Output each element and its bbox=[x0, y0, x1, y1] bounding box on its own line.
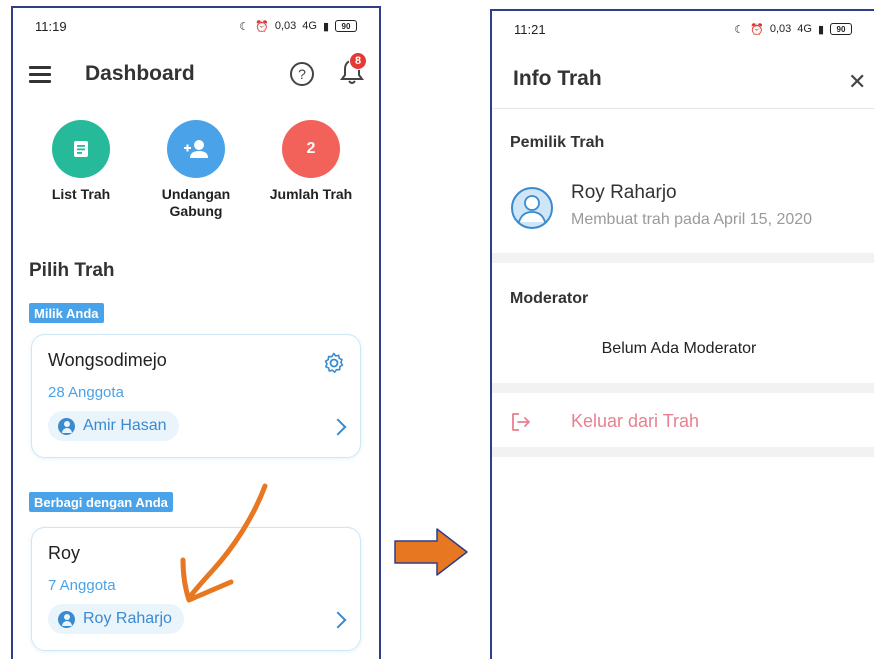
section-separator bbox=[492, 253, 874, 263]
transition-arrow-icon bbox=[394, 528, 468, 576]
question-circle-icon[interactable]: ? bbox=[290, 62, 314, 86]
owner-name: Amir Hasan bbox=[83, 417, 167, 434]
undangan-gabung-button[interactable]: Undangan Gabung bbox=[141, 120, 251, 220]
alarm-icon: ⏰ bbox=[255, 20, 269, 33]
status-time: 11:21 bbox=[514, 21, 546, 37]
signal-icon: ▮ bbox=[322, 20, 329, 33]
status-bar: 11:21 ☾ ⏰ 0,03 4G ▮ 90 bbox=[492, 11, 874, 47]
status-bar: 11:19 ☾ ⏰ 0,03 4G ▮ 90 bbox=[13, 8, 379, 44]
account-circle-icon bbox=[58, 417, 75, 435]
shared-tag: Berbagi dengan Anda bbox=[29, 492, 173, 512]
leave-trah-label: Keluar dari Trah bbox=[571, 411, 700, 431]
no-moderator-text: Belum Ada Moderator bbox=[601, 340, 757, 357]
list-trah-button[interactable]: List Trah bbox=[26, 120, 136, 203]
signal-icon: ▮ bbox=[817, 23, 824, 36]
page-title: Info Trah bbox=[513, 67, 602, 90]
signal-label: 4G bbox=[302, 20, 317, 32]
net-rate: 0,03 bbox=[769, 23, 792, 35]
section-title: Pilih Trah bbox=[29, 260, 115, 281]
signal-label: 4G bbox=[797, 23, 812, 35]
net-rate: 0,03 bbox=[274, 20, 297, 32]
owner-name: Roy Raharjo bbox=[83, 610, 172, 627]
divider bbox=[492, 108, 874, 109]
owner-chip: Amir Hasan bbox=[48, 411, 179, 441]
notification-badge: 8 bbox=[349, 52, 367, 70]
trah-name: Roy bbox=[48, 543, 81, 563]
status-icons: ☾ ⏰ 0,03 4G ▮ 90 bbox=[734, 23, 852, 36]
section-separator bbox=[492, 383, 874, 393]
status-icons: ☾ ⏰ 0,03 4G ▮ 90 bbox=[239, 20, 357, 33]
avatar-icon bbox=[511, 187, 553, 229]
menu-icon[interactable] bbox=[29, 66, 51, 84]
moderator-section-label: Moderator bbox=[510, 290, 589, 307]
add-user-icon bbox=[167, 120, 225, 178]
close-icon[interactable]: ✕ bbox=[848, 69, 866, 95]
leave-trah-button[interactable]: Keluar dari Trah bbox=[492, 399, 874, 447]
list-trah-label: List Trah bbox=[51, 186, 111, 202]
status-time: 11:19 bbox=[35, 18, 67, 34]
member-count: 28 Anggota bbox=[48, 384, 124, 401]
member-count: 7 Anggota bbox=[48, 577, 116, 594]
section-separator bbox=[492, 447, 874, 457]
jumlah-trah-button[interactable]: 2 Jumlah Trah bbox=[256, 120, 366, 203]
dashboard-screen: 11:19 ☾ ⏰ 0,03 4G ▮ 90 Dashboard ? 8 Lis… bbox=[11, 6, 381, 659]
page-title: Dashboard bbox=[85, 62, 195, 85]
info-trah-screen: 11:21 ☾ ⏰ 0,03 4G ▮ 90 Info Trah ✕ Pemil… bbox=[490, 9, 874, 659]
moon-icon: ☾ bbox=[734, 23, 745, 36]
moon-icon: ☾ bbox=[239, 20, 250, 33]
battery-icon: 90 bbox=[335, 20, 357, 32]
alarm-icon: ⏰ bbox=[750, 23, 764, 36]
owner-section-label: Pemilik Trah bbox=[510, 134, 605, 151]
owner-name: Roy Raharjo bbox=[571, 182, 677, 203]
list-icon bbox=[52, 120, 110, 178]
stage: 11:19 ☾ ⏰ 0,03 4G ▮ 90 Dashboard ? 8 Lis… bbox=[0, 0, 874, 659]
gear-icon[interactable] bbox=[322, 351, 346, 375]
battery-icon: 90 bbox=[830, 23, 852, 35]
owned-trah-card[interactable]: Wongsodimejo 28 Anggota Amir Hasan bbox=[31, 334, 361, 458]
trah-name: Wongsodimejo bbox=[48, 350, 167, 370]
chevron-right-icon[interactable] bbox=[329, 611, 347, 629]
jumlah-trah-label: Jumlah Trah bbox=[269, 186, 353, 202]
owner-chip: Roy Raharjo bbox=[48, 604, 184, 634]
app-bar: Dashboard ? 8 bbox=[13, 52, 379, 98]
account-circle-icon bbox=[58, 610, 75, 628]
jumlah-trah-value: 2 bbox=[282, 120, 340, 178]
exit-icon bbox=[512, 413, 530, 431]
annotation-arrow-icon bbox=[180, 483, 268, 603]
owned-tag: Milik Anda bbox=[29, 303, 104, 323]
undangan-gabung-label: Undangan Gabung bbox=[161, 186, 231, 219]
chevron-right-icon[interactable] bbox=[329, 418, 347, 436]
owner-created-date: Membuat trah pada April 15, 2020 bbox=[571, 211, 813, 228]
